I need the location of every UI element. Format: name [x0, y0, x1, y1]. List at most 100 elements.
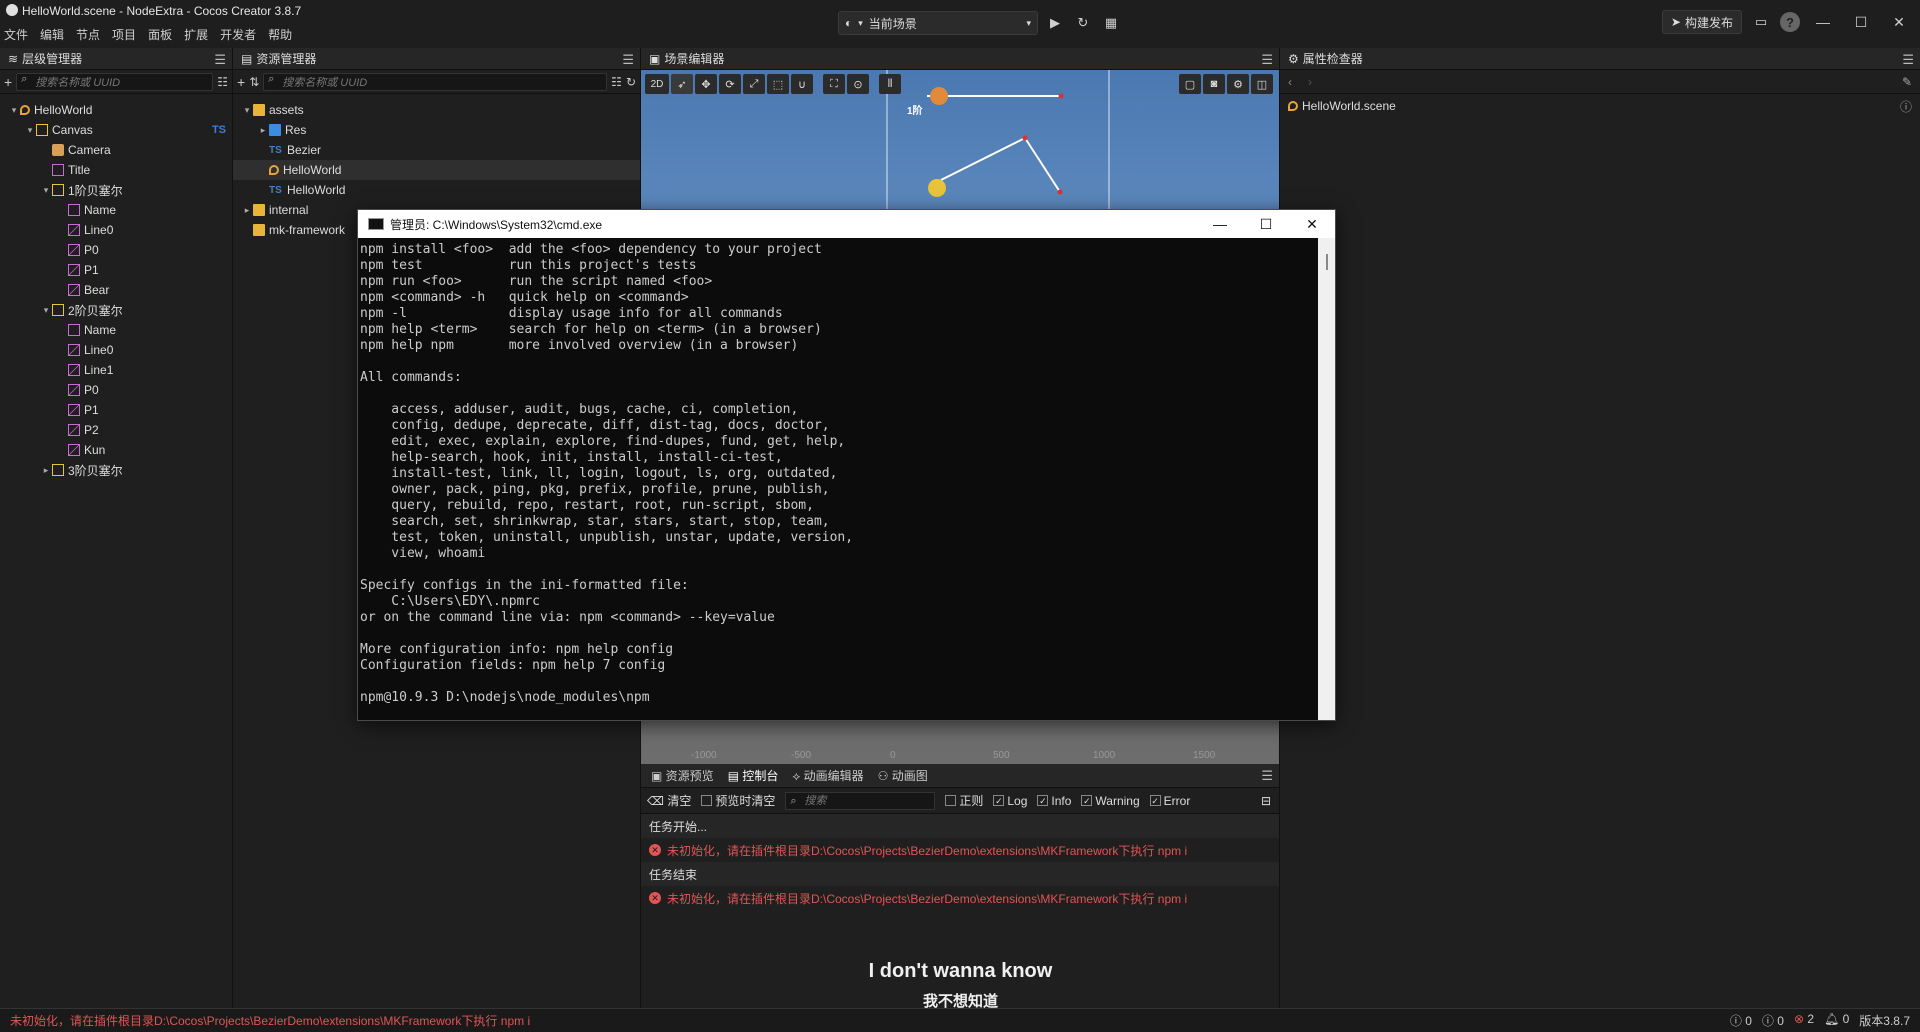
camera-button[interactable]: ◙ — [1203, 74, 1225, 94]
tree-item[interactable]: Bear — [0, 280, 232, 300]
mode-2d-button[interactable]: 2D — [645, 74, 669, 94]
maximize-button[interactable]: ☐ — [1846, 14, 1876, 31]
add-icon[interactable]: + — [237, 74, 245, 90]
error-count[interactable]: ⊗ 2 — [1794, 1012, 1814, 1029]
tree-item[interactable]: TS HelloWorld — [233, 180, 640, 200]
cmd-scrollbar[interactable] — [1318, 238, 1335, 720]
warning-count[interactable]: ⓘ 0 — [1762, 1012, 1784, 1029]
tree-item[interactable]: ▾ 1阶贝塞尔 — [0, 180, 232, 200]
log-filter-checkbox[interactable]: ✓ Log — [993, 794, 1027, 808]
tree-item[interactable]: Camera — [0, 140, 232, 160]
tree-item[interactable]: HelloWorld — [233, 160, 640, 180]
tree-item[interactable]: ▾ assets — [233, 100, 640, 120]
clear-button[interactable]: ⌫ 清空 — [647, 792, 691, 809]
preview-clear-checkbox[interactable]: 预览时清空 — [701, 792, 775, 809]
hierarchy-tab[interactable]: ≋ 层级管理器 — [8, 50, 82, 67]
tree-item[interactable]: TS Bezier — [233, 140, 640, 160]
scale-tool-button[interactable]: ⤢ — [743, 74, 765, 94]
menu-help[interactable]: 帮助 — [268, 26, 292, 43]
refresh-icon[interactable]: ↻ — [626, 75, 636, 89]
chevron-right-icon[interactable]: ▸ — [40, 465, 52, 476]
tab-console[interactable]: ▤ 控制台 — [728, 767, 779, 784]
menu-icon[interactable]: ☰ — [1261, 768, 1273, 784]
minimize-button[interactable]: — — [1808, 14, 1838, 30]
regex-checkbox[interactable]: 正则 — [945, 792, 983, 809]
tree-item[interactable]: Name — [0, 200, 232, 220]
align-button[interactable]: ⫴ — [879, 74, 901, 94]
assets-search-input[interactable]: 搜索名称或 UUID — [263, 72, 608, 91]
tree-item[interactable]: Line0 — [0, 220, 232, 240]
menu-panel[interactable]: 面板 — [148, 26, 172, 43]
menu-icon[interactable]: ☰ — [214, 52, 226, 68]
menu-icon[interactable]: ☰ — [1902, 52, 1914, 68]
console-search-input[interactable]: 搜索 — [785, 791, 936, 810]
select-tool-button[interactable]: ➶ — [671, 74, 693, 94]
rotate-tool-button[interactable]: ⟳ — [719, 74, 741, 94]
tree-item[interactable]: P0 — [0, 380, 232, 400]
cmd-close-button[interactable]: ✕ — [1289, 210, 1335, 238]
pivot-button[interactable]: ⊙ — [847, 74, 869, 94]
scene-select[interactable]: ◐ ▾ 当前场景 ▾ — [838, 11, 1038, 35]
menu-project[interactable]: 项目 — [112, 26, 136, 43]
assets-tab[interactable]: ▤ 资源管理器 — [241, 50, 316, 67]
move-tool-button[interactable]: ✥ — [695, 74, 717, 94]
chevron-right-icon[interactable]: ▸ — [241, 205, 253, 216]
collapse-icon[interactable]: ⊟ — [1261, 794, 1271, 808]
warning-filter-checkbox[interactable]: ✓ Warning — [1081, 794, 1140, 808]
menu-developer[interactable]: 开发者 — [220, 26, 256, 43]
tree-item[interactable]: ▾ 2阶贝塞尔 — [0, 300, 232, 320]
close-button[interactable]: ✕ — [1884, 14, 1914, 31]
chevron-right-icon[interactable]: ▸ — [257, 125, 269, 136]
forward-icon[interactable]: › — [1308, 75, 1312, 89]
tree-item[interactable]: Line0 — [0, 340, 232, 360]
qrcode-button[interactable]: ▦ — [1100, 12, 1122, 34]
menu-node[interactable]: 节点 — [76, 26, 100, 43]
chevron-down-icon[interactable]: ▾ — [241, 105, 253, 116]
magnet-tool-button[interactable]: ∪ — [791, 74, 813, 94]
menu-edit[interactable]: 编辑 — [40, 26, 64, 43]
menu-file[interactable]: 文件 — [4, 26, 28, 43]
help-icon[interactable]: ⓘ — [1900, 98, 1912, 115]
tree-item[interactable]: P0 — [0, 240, 232, 260]
info-filter-checkbox[interactable]: ✓ Info — [1037, 794, 1071, 808]
inspector-tab[interactable]: ⚙ 属性检查器 — [1288, 50, 1363, 67]
notification-count[interactable]: 🔔︎ 0 — [1824, 1012, 1849, 1029]
chevron-down-icon[interactable]: ▾ — [40, 185, 52, 196]
transform-space-button[interactable]: ⛶ — [823, 74, 845, 94]
info-count[interactable]: ⓘ 0 — [1730, 1012, 1752, 1029]
back-icon[interactable]: ‹ — [1288, 75, 1292, 89]
menu-icon[interactable]: ☰ — [622, 52, 634, 68]
add-icon[interactable]: + — [4, 74, 12, 90]
tab-animation-editor[interactable]: ⟡ 动画编辑器 — [792, 767, 863, 784]
refresh-button[interactable]: ↻ — [1072, 12, 1094, 34]
tree-item[interactable]: P1 — [0, 260, 232, 280]
menu-icon[interactable]: ☰ — [1261, 52, 1273, 68]
gizmo-button[interactable]: ▢ — [1179, 74, 1201, 94]
tab-asset-preview[interactable]: ▣ 资源预览 — [651, 767, 714, 784]
scene-tab[interactable]: ▣ 场景编辑器 — [649, 50, 724, 67]
chevron-down-icon[interactable]: ▾ — [24, 125, 36, 136]
chevron-down-icon[interactable]: ▾ — [8, 105, 20, 116]
pin-icon[interactable]: ✎ — [1902, 75, 1912, 89]
menu-extension[interactable]: 扩展 — [184, 26, 208, 43]
tree-item[interactable]: ▸ Res — [233, 120, 640, 140]
sort-icon[interactable]: ☷ — [217, 75, 228, 89]
play-button[interactable]: ▶ — [1044, 12, 1066, 34]
hierarchy-search-input[interactable]: 搜索名称或 UUID — [16, 72, 214, 91]
tree-item[interactable]: Name — [0, 320, 232, 340]
rect-tool-button[interactable]: ⬚ — [767, 74, 789, 94]
tree-item[interactable]: P2 — [0, 420, 232, 440]
tab-animation-graph[interactable]: ⚇ 动画图 — [878, 767, 928, 784]
tree-item[interactable]: Kun — [0, 440, 232, 460]
view-button[interactable]: ◫ — [1251, 74, 1273, 94]
tree-item[interactable]: Line1 — [0, 360, 232, 380]
tree-item[interactable]: Title — [0, 160, 232, 180]
tree-item[interactable]: P1 — [0, 400, 232, 420]
filter-icon[interactable]: ☷ — [611, 75, 622, 89]
cmd-maximize-button[interactable]: ☐ — [1243, 210, 1289, 238]
build-button[interactable]: ➤ 构建发布 — [1661, 10, 1742, 34]
cmd-minimize-button[interactable]: — — [1197, 210, 1243, 238]
tree-item[interactable]: ▸ 3阶贝塞尔 — [0, 460, 232, 480]
error-filter-checkbox[interactable]: ✓ Error — [1149, 794, 1190, 808]
sort-icon[interactable]: ⇅ — [249, 75, 259, 89]
